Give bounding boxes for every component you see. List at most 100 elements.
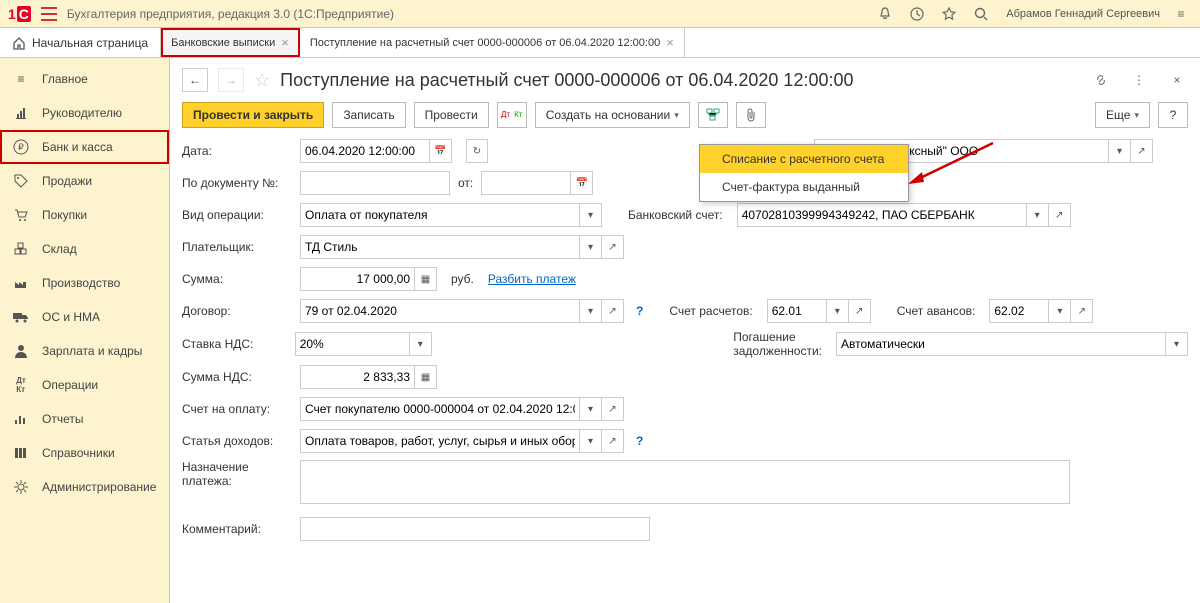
contract-input[interactable] <box>300 299 580 323</box>
tab-income-doc[interactable]: Поступление на расчетный счет 0000-00000… <box>300 28 685 57</box>
vat-input[interactable] <box>295 332 410 356</box>
sidebar-item-assets[interactable]: ОС и НМА <box>0 300 169 334</box>
user-name[interactable]: Абрамов Геннадий Сергеевич <box>1006 8 1160 20</box>
split-payment-link[interactable]: Разбить платеж <box>488 272 576 286</box>
sidebar-item-manager[interactable]: Руководителю <box>0 96 169 130</box>
docdate-input[interactable] <box>481 171 571 195</box>
close-icon[interactable]: × <box>281 35 289 50</box>
debt-input[interactable] <box>836 332 1166 356</box>
back-button[interactable]: ← <box>182 68 208 92</box>
search-icon[interactable] <box>970 3 992 25</box>
sidebar-label: Справочники <box>42 446 115 460</box>
sidebar-item-production[interactable]: Производство <box>0 266 169 300</box>
link-icon[interactable] <box>1090 69 1112 91</box>
help-button[interactable]: ? <box>1158 102 1188 128</box>
sidebar-item-reports[interactable]: Отчеты <box>0 402 169 436</box>
dropdown-icon[interactable]: ▾ <box>580 397 602 421</box>
tab-home[interactable]: Начальная страница <box>0 28 161 57</box>
income-input[interactable] <box>300 429 580 453</box>
dropdown-icon[interactable]: ▾ <box>410 332 432 356</box>
more-icon[interactable]: ⋮ <box>1128 69 1150 91</box>
accadv-input[interactable] <box>989 299 1049 323</box>
close-doc-icon[interactable]: × <box>1166 69 1188 91</box>
calc-icon[interactable]: ▦ <box>415 267 437 291</box>
sidebar-label: Главное <box>42 72 88 86</box>
sidebar-label: ОС и НМА <box>42 310 100 324</box>
dropdown-icon[interactable]: ▾ <box>580 203 602 227</box>
from-label: от: <box>458 176 473 190</box>
dropdown-item-invoice[interactable]: Счет-фактура выданный <box>700 173 908 201</box>
open-icon[interactable]: ↗ <box>1131 139 1153 163</box>
sidebar-item-operations[interactable]: ДтКтОперации <box>0 368 169 402</box>
dropdown-icon[interactable]: ▾ <box>580 235 602 259</box>
tab-label: Поступление на расчетный счет 0000-00000… <box>310 37 660 49</box>
help-icon[interactable]: ? <box>636 434 643 448</box>
dropdown-icon[interactable]: ▾ <box>580 429 602 453</box>
dropdown-icon[interactable]: ▾ <box>827 299 849 323</box>
attach-button[interactable] <box>736 102 766 128</box>
sidebar-item-bank[interactable]: ₽Банк и касса <box>0 130 169 164</box>
sidebar-item-directories[interactable]: Справочники <box>0 436 169 470</box>
user-menu-icon[interactable]: ≡ <box>1170 3 1192 25</box>
invoice-input[interactable] <box>300 397 580 421</box>
open-icon[interactable]: ↗ <box>849 299 871 323</box>
tab-label: Банковские выписки <box>171 37 275 49</box>
date-input[interactable] <box>300 139 430 163</box>
dropdown-item-writeoff[interactable]: Списание с расчетного счета <box>700 145 908 173</box>
open-icon[interactable]: ↗ <box>1071 299 1093 323</box>
vatsum-input[interactable] <box>300 365 415 389</box>
dtkt-button[interactable]: ДтКт <box>497 102 527 128</box>
close-icon[interactable]: × <box>666 35 674 50</box>
open-icon[interactable]: ↗ <box>602 299 624 323</box>
currency-label: руб. <box>451 272 474 286</box>
sidebar-item-hr[interactable]: Зарплата и кадры <box>0 334 169 368</box>
calendar-icon[interactable]: 📅 <box>430 139 452 163</box>
more-button[interactable]: Еще▾ <box>1095 102 1150 128</box>
sidebar-item-warehouse[interactable]: Склад <box>0 232 169 266</box>
optype-input[interactable] <box>300 203 580 227</box>
calendar-icon[interactable]: 📅 <box>571 171 593 195</box>
post-close-button[interactable]: Провести и закрыть <box>182 102 324 128</box>
forward-button[interactable]: → <box>218 68 244 92</box>
dropdown-icon[interactable]: ▾ <box>1049 299 1071 323</box>
history-icon[interactable] <box>906 3 928 25</box>
sum-input[interactable] <box>300 267 415 291</box>
star-icon[interactable] <box>938 3 960 25</box>
open-icon[interactable]: ↗ <box>602 429 624 453</box>
bankacc-input[interactable] <box>737 203 1027 227</box>
acc-input[interactable] <box>767 299 827 323</box>
create-based-button[interactable]: Создать на основании▾ <box>535 102 690 128</box>
date-label: Дата: <box>182 144 292 158</box>
save-button[interactable]: Записать <box>332 102 405 128</box>
payer-input[interactable] <box>300 235 580 259</box>
bell-icon[interactable] <box>874 3 896 25</box>
docnum-input[interactable] <box>300 171 450 195</box>
comment-label: Комментарий: <box>182 522 292 536</box>
help-icon[interactable]: ? <box>636 304 643 318</box>
dropdown-icon[interactable]: ▾ <box>1027 203 1049 227</box>
dropdown-icon[interactable]: ▾ <box>1166 332 1188 356</box>
open-icon[interactable]: ↗ <box>602 235 624 259</box>
structure-button[interactable] <box>698 102 728 128</box>
open-icon[interactable]: ↗ <box>602 397 624 421</box>
app-title: Бухгалтерия предприятия, редакция 3.0 (1… <box>67 7 394 21</box>
comment-input[interactable] <box>300 517 650 541</box>
tab-bank-statements[interactable]: Банковские выписки × <box>161 28 300 57</box>
sidebar-item-admin[interactable]: Администрирование <box>0 470 169 504</box>
purpose-textarea[interactable] <box>300 460 1070 504</box>
sidebar-label: Банк и касса <box>42 140 113 154</box>
boxes-icon <box>12 240 30 258</box>
calc-icon[interactable]: ▦ <box>415 365 437 389</box>
menu-icon: ≡ <box>12 70 30 88</box>
sidebar-item-main[interactable]: ≡ Главное <box>0 62 169 96</box>
favorite-icon[interactable]: ☆ <box>254 70 270 91</box>
dropdown-icon[interactable]: ▾ <box>580 299 602 323</box>
menu-icon[interactable] <box>41 7 57 21</box>
open-icon[interactable]: ↗ <box>1049 203 1071 227</box>
refresh-icon[interactable]: ↻ <box>466 139 488 163</box>
post-button[interactable]: Провести <box>414 102 489 128</box>
sidebar-item-sales[interactable]: Продажи <box>0 164 169 198</box>
sidebar-label: Администрирование <box>42 480 156 494</box>
sidebar-item-purchases[interactable]: Покупки <box>0 198 169 232</box>
dropdown-icon[interactable]: ▾ <box>1109 139 1131 163</box>
